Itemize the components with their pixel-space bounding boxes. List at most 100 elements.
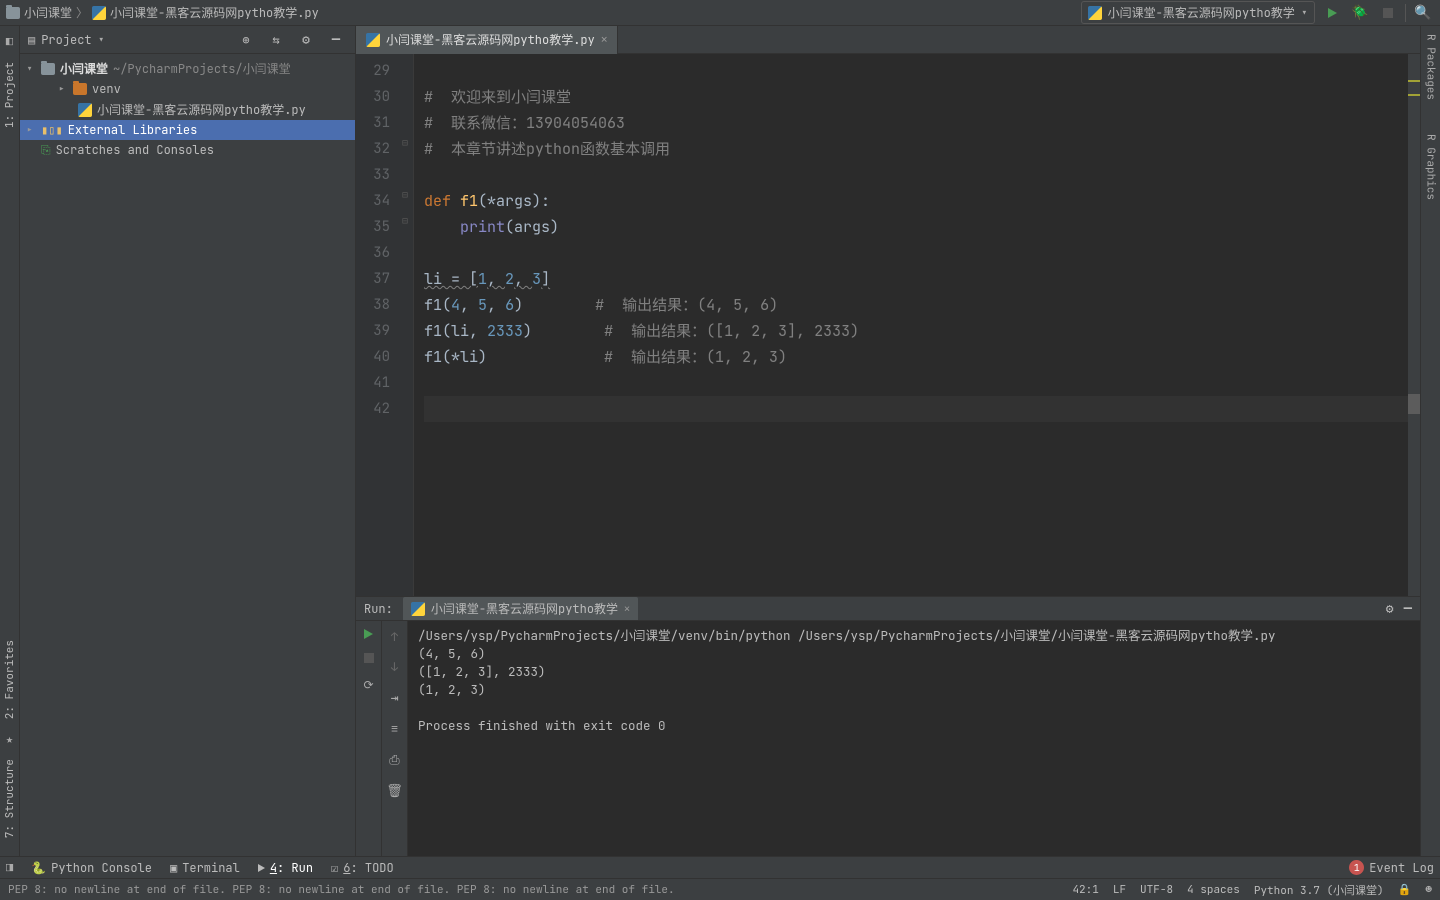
left-tool-stripe: ◧ 1: Project 2: Favorites ★ 7: Structure bbox=[0, 26, 20, 856]
tree-scratches-label: Scratches and Consoles bbox=[56, 142, 214, 158]
tree-project-name: 小闫课堂 bbox=[60, 60, 108, 77]
bottom-tab-run[interactable]: 4: Run bbox=[258, 860, 313, 876]
status-cursor-pos[interactable]: 42:1 bbox=[1072, 883, 1098, 897]
line-numbers: 2930313233343536373839404142 bbox=[356, 54, 400, 596]
console-output[interactable]: /Users/ysp/PycharmProjects/小闫课堂/venv/bin… bbox=[408, 621, 1420, 856]
status-encoding[interactable]: UTF-8 bbox=[1140, 883, 1173, 897]
right-stripe-rpackages[interactable]: R Packages bbox=[1424, 34, 1438, 100]
run-body: ⟳ ↑ ↓ ⇥ ≡ ⎙ 🗑 /Users/ysp/PycharmProjects… bbox=[356, 621, 1420, 856]
bottom-tab-todo-label: 6: TODO bbox=[343, 860, 393, 876]
fold-gutter: ⊟⊟⊟ bbox=[400, 54, 414, 596]
arrow-up-icon[interactable]: ↑ bbox=[391, 629, 398, 645]
lock-icon[interactable]: 🔒 bbox=[1398, 883, 1412, 897]
soft-wrap-icon[interactable]: ⇥ bbox=[391, 689, 399, 706]
chevron-down-icon[interactable]: ▾ bbox=[98, 32, 105, 48]
run-tab-label: 小闫课堂-黑客云源码网pytho教学 bbox=[431, 600, 618, 617]
event-log-label: Event Log bbox=[1369, 860, 1434, 876]
run-tool-window: Run: 小闫课堂-黑客云源码网pytho教学 ✕ ⚙ — ⟳ ↑ bbox=[356, 596, 1420, 856]
close-icon[interactable]: ✕ bbox=[601, 33, 608, 47]
expand-icon[interactable]: ⇆ bbox=[265, 29, 287, 51]
inspector-icon[interactable]: ☻ bbox=[1425, 883, 1432, 897]
arrow-down-icon: ▾ bbox=[26, 61, 36, 77]
right-tool-stripe: R Packages R Graphics bbox=[1420, 26, 1440, 856]
tree-file[interactable]: 小闫课堂-黑客云源码网pytho教学.py bbox=[20, 99, 355, 120]
breadcrumb-root-label: 小闫课堂 bbox=[24, 4, 72, 21]
navigation-bar: 小闫课堂 〉 小闫课堂-黑客云源码网pytho教学.py 小闫课堂-黑客云源码网… bbox=[0, 0, 1440, 26]
restart-icon[interactable]: ⟳ bbox=[363, 677, 373, 693]
left-stripe-structure[interactable]: 7: Structure bbox=[3, 759, 17, 838]
gear-icon[interactable]: ⚙ bbox=[1386, 600, 1394, 617]
bottom-tab-terminal-label: Terminal bbox=[182, 860, 240, 876]
rerun-button[interactable] bbox=[364, 629, 373, 639]
scroll-to-end-icon[interactable]: ≡ bbox=[391, 720, 399, 737]
status-interpreter[interactable]: Python 3.7 (小闫课堂) bbox=[1254, 882, 1384, 898]
toolbar-right: 小闫课堂-黑客云源码网pytho教学 ▾ 🪲 🔍 bbox=[1081, 1, 1434, 24]
project-title: Project bbox=[41, 32, 91, 48]
left-stripe-project[interactable]: 1: Project bbox=[3, 62, 17, 128]
event-log[interactable]: 1 Event Log bbox=[1349, 860, 1434, 876]
todo-icon: ☑ bbox=[331, 860, 338, 876]
python-icon bbox=[366, 33, 380, 47]
run-button[interactable] bbox=[1321, 2, 1343, 24]
debug-button[interactable]: 🪲 bbox=[1349, 2, 1371, 24]
bottom-tab-run-label: 4: Run bbox=[270, 860, 313, 876]
bottom-tab-terminal[interactable]: ▣ Terminal bbox=[170, 860, 240, 876]
panel-icon[interactable]: ◨ bbox=[6, 860, 13, 876]
run-tab[interactable]: 小闫课堂-黑客云源码网pytho教学 ✕ bbox=[403, 597, 638, 620]
gear-icon[interactable]: ⚙ bbox=[295, 29, 317, 51]
stop-button[interactable] bbox=[364, 653, 374, 663]
tree-scratches[interactable]: ⎘ Scratches and Consoles bbox=[20, 140, 355, 160]
python-icon bbox=[411, 602, 425, 616]
editor-body: 2930313233343536373839404142 ⊟⊟⊟ # 欢迎来到小… bbox=[356, 54, 1420, 596]
panel-icon[interactable]: ◧ bbox=[6, 34, 13, 50]
editor-tabs: 小闫课堂-黑客云源码网pytho教学.py ✕ bbox=[356, 26, 1420, 54]
hide-icon[interactable]: — bbox=[1404, 600, 1412, 618]
bottom-tab-python-console-label: Python Console bbox=[51, 860, 152, 876]
editor-scrollbar[interactable] bbox=[1408, 54, 1420, 596]
breadcrumb-file[interactable]: 小闫课堂-黑客云源码网pytho教学.py bbox=[92, 4, 319, 21]
arrow-down-icon[interactable]: ↓ bbox=[391, 659, 398, 675]
tree-venv[interactable]: ▸ venv bbox=[20, 79, 355, 99]
trash-icon[interactable]: 🗑 bbox=[386, 782, 403, 799]
code-editor[interactable]: # 欢迎来到小闫课堂# 联系微信：13904054063# 本章节讲述pytho… bbox=[414, 54, 1420, 596]
status-indent[interactable]: 4 spaces bbox=[1187, 883, 1240, 897]
project-tool-window: ▤ Project ▾ ⊕ ⇆ ⚙ — ▾ 小闫课堂 ~/PycharmProj… bbox=[20, 26, 356, 856]
bottom-tab-todo[interactable]: ☑ 6: TODO bbox=[331, 860, 394, 876]
tree-file-label: 小闫课堂-黑客云源码网pytho教学.py bbox=[97, 101, 306, 118]
tree-ext-libs-label: External Libraries bbox=[68, 122, 198, 138]
chevron-down-icon: ▾ bbox=[1301, 5, 1308, 21]
run-header: Run: 小闫课堂-黑客云源码网pytho教学 ✕ ⚙ — bbox=[356, 597, 1420, 621]
right-stripe-rgraphics[interactable]: R Graphics bbox=[1424, 134, 1438, 200]
run-config-label: 小闫课堂-黑客云源码网pytho教学 bbox=[1108, 4, 1295, 21]
stop-button[interactable] bbox=[1377, 2, 1399, 24]
print-icon[interactable]: ⎙ bbox=[389, 751, 399, 768]
run-toolbar-left: ⟳ bbox=[356, 621, 382, 856]
library-icon: ▮▯▮ bbox=[41, 122, 63, 138]
tree-project-root[interactable]: ▾ 小闫课堂 ~/PycharmProjects/小闫课堂 bbox=[20, 58, 355, 79]
bottom-tab-python-console[interactable]: 🐍 Python Console bbox=[31, 860, 152, 876]
search-icon: 🔍 bbox=[1414, 4, 1431, 22]
python-icon bbox=[78, 103, 92, 117]
left-stripe-favorites[interactable]: 2: Favorites bbox=[3, 640, 17, 719]
status-line-separator[interactable]: LF bbox=[1113, 883, 1126, 897]
locate-icon[interactable]: ⊕ bbox=[235, 29, 257, 51]
hide-icon[interactable]: — bbox=[325, 29, 347, 51]
warning-mark bbox=[1408, 94, 1420, 96]
tree-external-libraries[interactable]: ▸ ▮▯▮ External Libraries bbox=[20, 120, 355, 140]
status-bar: PEP 8: no newline at end of file. PEP 8:… bbox=[0, 878, 1440, 900]
search-everywhere-button[interactable]: 🔍 bbox=[1412, 2, 1434, 24]
folder-icon bbox=[6, 7, 20, 19]
terminal-icon: ▣ bbox=[170, 860, 177, 876]
close-icon[interactable]: ✕ bbox=[624, 602, 630, 615]
run-config-selector[interactable]: 小闫课堂-黑客云源码网pytho教学 ▾ bbox=[1081, 1, 1315, 24]
stop-icon bbox=[1383, 8, 1393, 18]
folder-icon bbox=[41, 63, 55, 75]
arrow-right-icon: ▸ bbox=[58, 81, 68, 97]
project-tree[interactable]: ▾ 小闫课堂 ~/PycharmProjects/小闫课堂 ▸ venv 小闫课… bbox=[20, 54, 355, 164]
editor-tab[interactable]: 小闫课堂-黑客云源码网pytho教学.py ✕ bbox=[356, 26, 618, 54]
scroll-thumb[interactable] bbox=[1408, 394, 1420, 414]
warning-mark bbox=[1408, 80, 1420, 82]
project-view-icon: ▤ bbox=[28, 32, 35, 48]
breadcrumb-root[interactable]: 小闫课堂 bbox=[6, 4, 72, 21]
editor-area: 小闫课堂-黑客云源码网pytho教学.py ✕ 2930313233343536… bbox=[356, 26, 1420, 856]
